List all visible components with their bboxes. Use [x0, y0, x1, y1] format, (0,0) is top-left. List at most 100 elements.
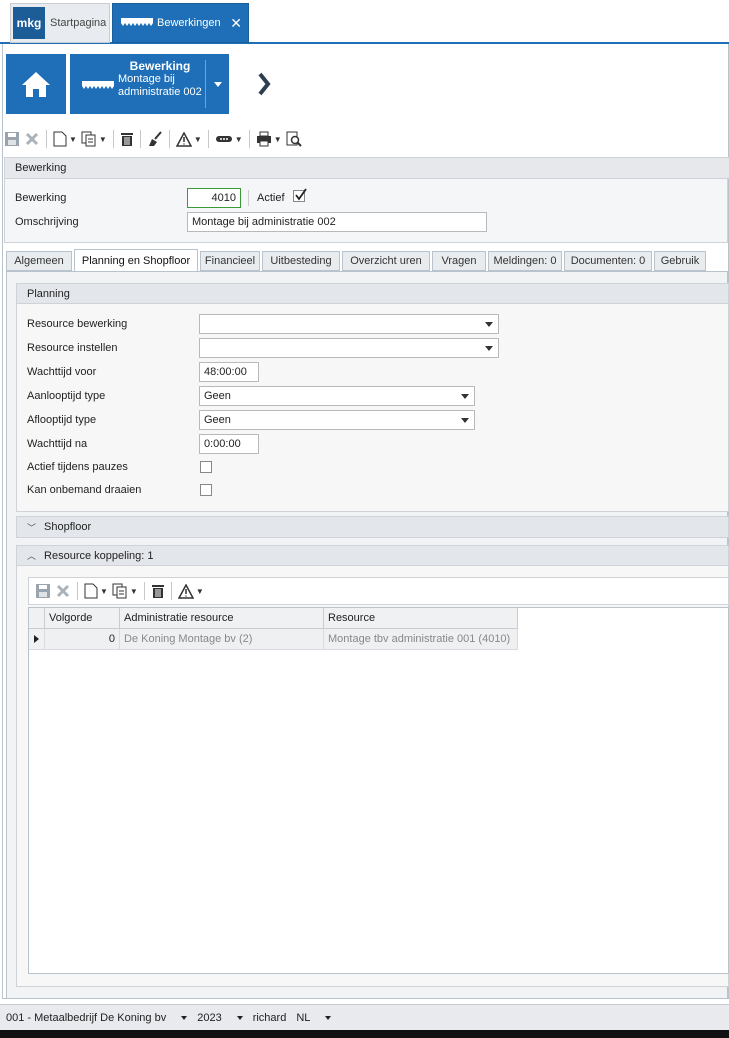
toolbar-separator	[170, 582, 172, 600]
tab-overzicht-uren[interactable]: Overzicht uren	[342, 251, 430, 271]
chevron-down-icon	[181, 1015, 188, 1020]
tab-gebruik[interactable]: Gebruik	[654, 251, 706, 271]
resource-instellen-select[interactable]	[199, 338, 499, 358]
taskbar-edge	[0, 1030, 729, 1038]
tab-meldingen[interactable]: Meldingen: 0	[488, 251, 562, 271]
warning-icon	[175, 131, 192, 147]
home-button[interactable]	[6, 54, 66, 114]
aanlooptijd-type-select[interactable]: Geen	[199, 386, 475, 406]
new-document-icon	[84, 583, 98, 599]
save-icon	[36, 584, 50, 598]
resource-bewerking-select[interactable]	[199, 314, 499, 334]
tab-startpagina[interactable]: mkg Startpagina	[10, 3, 110, 43]
chevron-down-icon: ▼	[193, 134, 202, 144]
resource-koppeling-header[interactable]: ︿ Resource koppeling: 1	[17, 546, 728, 566]
tab-documenten[interactable]: Documenten: 0	[564, 251, 652, 271]
chevron-down-icon	[485, 346, 493, 351]
delete-button[interactable]	[120, 128, 134, 150]
grid-cancel-button[interactable]	[55, 580, 71, 602]
toolbar-separator	[46, 130, 47, 148]
tab-financieel[interactable]: Financieel	[200, 251, 260, 271]
aanlooptijd-type-value: Geen	[204, 390, 231, 402]
row-pointer-icon	[34, 635, 39, 643]
tab-vragen[interactable]: Vragen	[432, 251, 486, 271]
grid-warning-button[interactable]: ▼	[177, 580, 204, 602]
save-button[interactable]	[4, 128, 20, 150]
company-selector[interactable]: 001 - Metaalbedrijf De Koning bv	[6, 1012, 188, 1024]
preview-button[interactable]	[286, 128, 302, 150]
bewerking-label: Bewerking	[15, 192, 67, 204]
shopfloor-section-header[interactable]: ﹀ Shopfloor	[17, 517, 728, 537]
grid-new-button[interactable]: ▼	[84, 580, 108, 602]
table-cell-resource[interactable]: Montage tbv administratie 001 (4010)	[324, 629, 518, 650]
tab-bewerkingen[interactable]: Bewerkingen ✕	[112, 3, 249, 43]
close-icon[interactable]: ✕	[230, 15, 242, 32]
language-selector[interactable]: NL	[296, 1012, 332, 1024]
chevron-down-icon: ▼	[195, 586, 204, 596]
chevron-down-icon	[485, 322, 493, 327]
table-cell-volgorde[interactable]: 0	[45, 629, 120, 650]
tile-dropdown-button[interactable]	[205, 60, 229, 108]
row-indicator-header	[29, 608, 45, 629]
cancel-icon	[25, 132, 39, 146]
bewerking-panel-header: Bewerking	[4, 157, 729, 179]
planning-section-header: Planning	[17, 284, 728, 304]
new-button[interactable]: ▼	[53, 128, 77, 150]
wachttijd-voor-field[interactable]: 48:00:00	[199, 362, 259, 382]
chevron-down-icon: ﹀	[27, 522, 37, 533]
tile-title: Bewerking	[129, 59, 191, 73]
year-selector[interactable]: 2023	[197, 1012, 243, 1024]
main-toolbar: ▼ ▼ ▼ ▼ ▼	[4, 126, 728, 152]
wachttijd-na-field[interactable]: 0:00:00	[199, 434, 259, 454]
bewerking-code-field[interactable]: 4010	[187, 188, 241, 208]
grid-delete-button[interactable]	[151, 580, 165, 602]
kan-onbemand-draaien-checkbox[interactable]	[200, 484, 212, 496]
tab-algemeen[interactable]: Algemeen	[6, 251, 72, 271]
chevron-down-icon	[236, 1015, 243, 1020]
kan-onbemand-draaien-label: Kan onbemand draaien	[27, 484, 142, 496]
cancel-button[interactable]	[24, 128, 40, 150]
col-resource-header[interactable]: Resource	[324, 608, 518, 629]
save-icon	[5, 132, 19, 146]
aflooptijd-type-select[interactable]: Geen	[199, 410, 475, 430]
next-arrow[interactable]	[256, 70, 274, 98]
aflooptijd-type-value: Geen	[204, 414, 231, 426]
detail-tabs: Algemeen Planning en Shopfloor Financiee…	[6, 249, 728, 272]
clean-button[interactable]	[147, 128, 163, 150]
omschrijving-field[interactable]: Montage bij administratie 002	[187, 212, 487, 232]
row-indicator[interactable]	[29, 629, 45, 650]
print-button[interactable]: ▼	[256, 128, 282, 150]
actief-tijdens-pauzes-checkbox[interactable]	[200, 461, 212, 473]
grid-copy-button[interactable]: ▼	[112, 580, 138, 602]
chevron-down-icon: ▼	[100, 586, 108, 596]
grid-save-button[interactable]	[35, 580, 51, 602]
grid-toolbar: ▼ ▼ ▼	[28, 577, 729, 605]
bewerking-tile[interactable]: Bewerking Montage bij administratie 002	[70, 54, 229, 114]
resource-koppeling-grid: Volgorde Administratie resource Resource…	[28, 607, 729, 974]
chevron-down-icon	[461, 394, 469, 399]
copy-button[interactable]: ▼	[81, 128, 107, 150]
resource-bewerking-label: Resource bewerking	[27, 318, 128, 330]
copy-icon	[81, 131, 96, 147]
chevron-down-icon: ▼	[273, 134, 282, 144]
wachttijd-voor-label: Wachttijd voor	[27, 366, 97, 378]
link-button[interactable]: ▼	[215, 128, 243, 150]
tab-planning-en-shopfloor[interactable]: Planning en Shopfloor	[74, 249, 198, 272]
home-icon	[22, 72, 50, 97]
toolbar-separator	[143, 582, 145, 600]
toolbar-separator	[248, 130, 250, 148]
chevron-down-icon: ▼	[129, 586, 138, 596]
tab-uitbesteding[interactable]: Uitbesteding	[262, 251, 340, 271]
warning-button[interactable]: ▼	[175, 128, 202, 150]
chevron-down-icon	[213, 81, 222, 87]
col-volgorde-header[interactable]: Volgorde	[45, 608, 120, 629]
toolbar-separator	[112, 130, 114, 148]
trash-icon	[151, 585, 164, 598]
wachttijd-na-label: Wachttijd na	[27, 438, 88, 450]
shopfloor-section[interactable]: ﹀ Shopfloor	[16, 516, 729, 538]
actief-checkbox[interactable]	[293, 188, 307, 202]
table-cell-administratie-resource[interactable]: De Koning Montage bv (2)	[120, 629, 324, 650]
chevron-right-icon	[258, 72, 271, 96]
col-administratie-resource-header[interactable]: Administratie resource	[120, 608, 324, 629]
saw-icon	[121, 17, 153, 30]
